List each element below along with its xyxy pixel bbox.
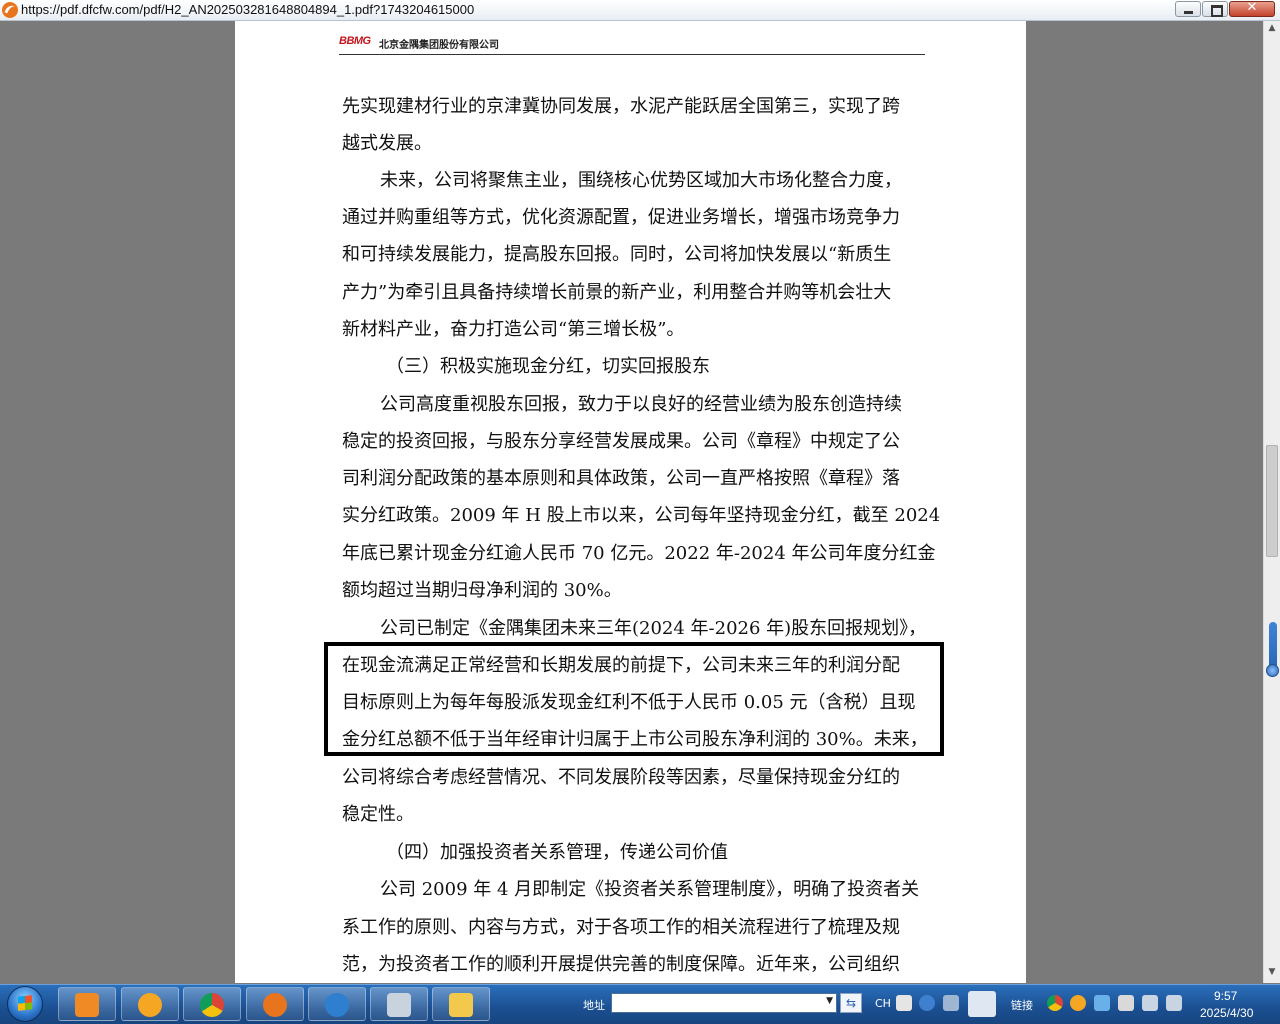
close-icon: ✕ xyxy=(1246,0,1258,15)
links-label[interactable]: 链接 xyxy=(1011,997,1033,1013)
fox-app-icon xyxy=(138,993,162,1017)
body-text-line: 金分红总额不低于当年经审计归属于上市公司股东净利润的 30%。未来， xyxy=(342,729,928,750)
close-button[interactable]: ✕ xyxy=(1229,0,1275,17)
fox-tray-icon[interactable] xyxy=(1070,995,1086,1011)
handwriting-pad-icon[interactable] xyxy=(968,991,996,1017)
address-label: 地址 xyxy=(583,999,605,1012)
company-name: 北京金隅集团股份有限公司 xyxy=(379,40,499,51)
blue-app-icon xyxy=(325,993,349,1017)
body-text-line: 稳定的投资回报，与股东分享经营发展成果。公司《章程》中规定了公 xyxy=(342,431,900,452)
ime-options-icon[interactable] xyxy=(943,995,959,1011)
body-text-line: 系工作的原则、内容与方式，对于各项工作的相关流程进行了梳理及规 xyxy=(342,917,900,938)
volume-tray-icon[interactable] xyxy=(1166,995,1182,1011)
body-text-line: 越式发展。 xyxy=(342,133,432,154)
body-text-line: 公司高度重视股东回报，致力于以良好的经营业绩为股东创造持续 xyxy=(380,394,902,415)
body-text-line: 公司 2009 年 4 月即制定《投资者关系管理制度》，明确了投资者关 xyxy=(380,879,920,900)
taskbar: 地址 ▼ ⇆ CH 链接 9:57 2025/4/30 xyxy=(0,984,1280,1024)
folder-icon xyxy=(449,993,473,1017)
calculator-icon xyxy=(387,993,411,1017)
minimize-button[interactable] xyxy=(1175,1,1201,17)
ime-icon[interactable] xyxy=(896,995,912,1011)
body-text-line: 产力”为牵引且具备持续增长前景的新产业，利用整合并购等机会壮大 xyxy=(342,282,892,303)
chrome-tray-icon[interactable] xyxy=(1047,995,1063,1011)
clock-date[interactable]: 2025/4/30 xyxy=(1200,1006,1253,1020)
vertical-scrollbar[interactable]: ▲ ▼ xyxy=(1263,21,1280,983)
scroll-up-arrow-icon[interactable]: ▲ xyxy=(1266,23,1278,37)
cloud-tray-icon[interactable] xyxy=(1094,995,1110,1011)
pdf-page: BBMG 北京金隅集团股份有限公司 xyxy=(235,21,1026,983)
taskbar-chrome[interactable] xyxy=(183,987,241,1021)
security-tray-icon[interactable] xyxy=(1118,995,1134,1011)
body-text-line: 在现金流满足正常经营和长期发展的前提下，公司未来三年的利润分配 xyxy=(342,655,900,676)
chrome-icon xyxy=(200,993,224,1017)
maximize-button[interactable] xyxy=(1202,1,1228,17)
body-text-line: 范，为投资者工作的顺利开展提供完善的制度保障。近年来，公司组织 xyxy=(342,954,900,975)
body-text-line: （三）积极实施现金分红，切实回报股东 xyxy=(386,356,710,377)
body-text-line: 目标原则上为每年每股派发现金红利不低于人民币 0.05 元（含税）且现 xyxy=(342,692,916,713)
address-dropdown-icon[interactable]: ▼ xyxy=(826,996,833,1006)
taskbar-app-4[interactable] xyxy=(246,987,304,1021)
body-text-line: 年底已累计现金分红逾人民币 70 亿元。2022 年-2024 年公司年度分红金 xyxy=(342,543,936,564)
go-button[interactable]: ⇆ xyxy=(840,993,862,1013)
body-text-line: 公司已制定《金隅集团未来三年(2024 年-2026 年)股东回报规划》， xyxy=(380,618,927,639)
body-text-line: 公司将综合考虑经营情况、不同发展阶段等因素，尽量保持现金分红的 xyxy=(342,767,900,788)
body-text-line: 额均超过当期归母净利润的 30%。 xyxy=(342,580,622,601)
taskbar-explorer[interactable] xyxy=(432,987,490,1021)
body-text-line: 稳定性。 xyxy=(342,804,414,825)
taskbar-calculator[interactable] xyxy=(370,987,428,1021)
body-text-line: 通过并购重组等方式，优化资源配置，促进业务增长，增强市场竞争力 xyxy=(342,207,900,228)
body-text-line: 和可持续发展能力，提高股东回报。同时，公司将加快发展以“新质生 xyxy=(342,244,892,265)
body-text-line: 新材料产业，奋力打造公司“第三增长极”。 xyxy=(342,319,685,340)
body-text-line: （四）加强投资者关系管理，传递公司价值 xyxy=(386,842,728,863)
taskbar-media-player[interactable] xyxy=(58,987,116,1021)
input-language[interactable]: CH xyxy=(875,997,891,1010)
company-logo: BBMG xyxy=(339,35,371,47)
start-button[interactable] xyxy=(7,986,43,1022)
scroll-thumb[interactable] xyxy=(1266,445,1278,557)
help-icon[interactable] xyxy=(919,995,935,1011)
network-tray-icon[interactable] xyxy=(1142,995,1158,1011)
scroll-down-arrow-icon[interactable]: ▼ xyxy=(1266,967,1278,981)
body-text-line: 先实现建材行业的京津冀协同发展，水泥产能跃居全国第三，实现了跨 xyxy=(342,96,900,117)
clock-time[interactable]: 9:57 xyxy=(1214,989,1237,1003)
body-text-line: 司利润分配政策的基本原则和具体政策，公司一直严格按照《章程》落 xyxy=(342,468,900,489)
taskbar-app-5[interactable] xyxy=(308,987,366,1021)
side-slider-knob[interactable] xyxy=(1266,664,1279,677)
orange-app-icon xyxy=(263,993,287,1017)
taskbar-app-2[interactable] xyxy=(121,987,179,1021)
header-divider xyxy=(339,54,925,55)
browser-title-bar: https://pdf.dfcfw.com/pdf/H2_AN202503281… xyxy=(0,0,1280,21)
browser-app-icon xyxy=(2,2,18,18)
body-text-line: 实分红政策。2009 年 H 股上市以来，公司每年坚持现金分红，截至 2024 xyxy=(342,505,941,526)
body-text-line: 未来，公司将聚焦主业，围绕核心优势区域加大市场化整合力度， xyxy=(380,170,902,191)
address-input[interactable]: ▼ xyxy=(611,993,837,1013)
page-url: https://pdf.dfcfw.com/pdf/H2_AN202503281… xyxy=(21,2,475,17)
media-player-icon xyxy=(75,993,99,1017)
